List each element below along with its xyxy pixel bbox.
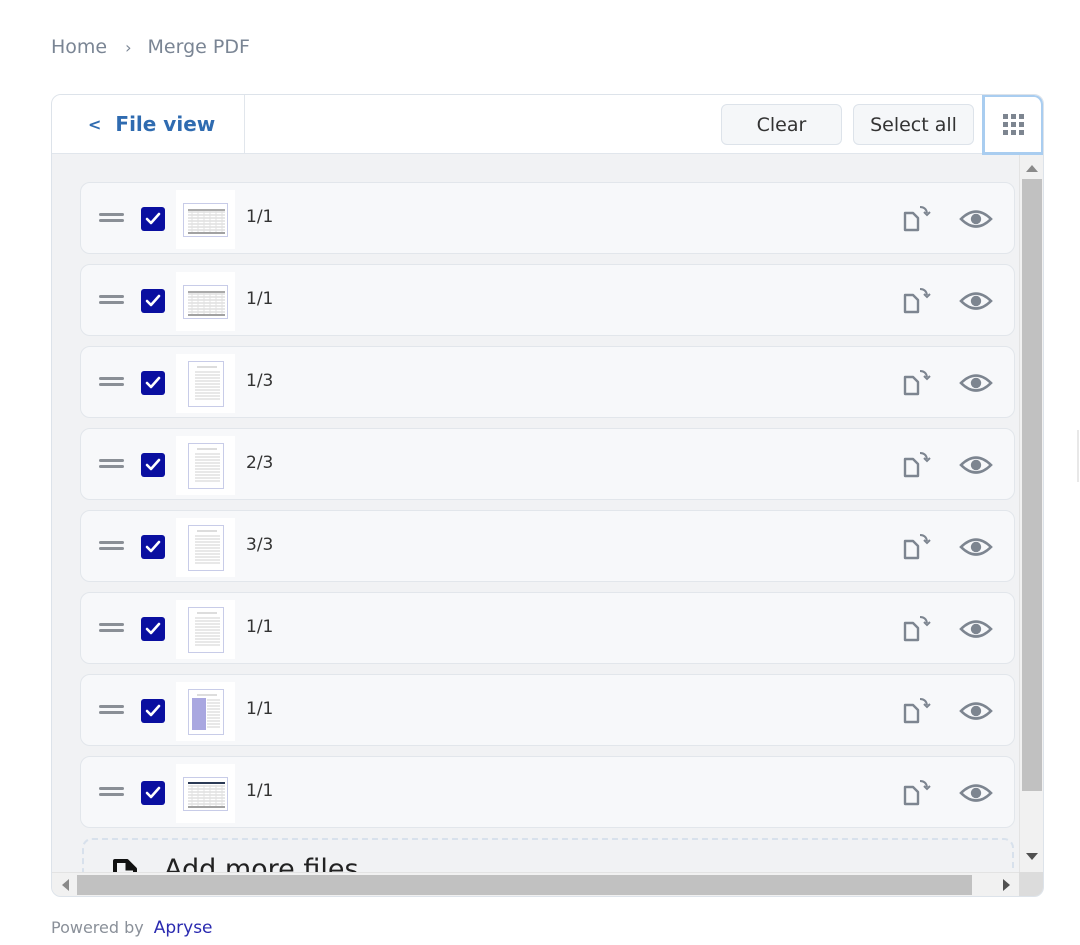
eye-icon[interactable] bbox=[959, 696, 993, 726]
file-row[interactable]: 1/1 bbox=[80, 592, 1015, 664]
file-thumbnail[interactable] bbox=[176, 682, 235, 741]
file-thumbnail[interactable] bbox=[176, 190, 235, 249]
page-count: 1/1 bbox=[246, 699, 274, 719]
checkmark-icon bbox=[145, 704, 161, 717]
select-all-button[interactable]: Select all bbox=[853, 104, 974, 145]
page-thumbnail-image bbox=[187, 688, 224, 735]
file-view-label: File view bbox=[115, 112, 216, 136]
file-thumbnail[interactable] bbox=[176, 354, 235, 413]
drag-handle-icon[interactable] bbox=[99, 541, 124, 550]
toolbar: < File view Clear Select all bbox=[52, 95, 1043, 155]
checkmark-icon bbox=[145, 458, 161, 471]
page-count: 1/1 bbox=[246, 289, 274, 309]
file-checkbox[interactable] bbox=[141, 289, 165, 313]
grid-view-icon bbox=[1002, 114, 1024, 135]
file-checkbox[interactable] bbox=[141, 535, 165, 559]
horizontal-scroll-thumb[interactable] bbox=[77, 875, 972, 895]
page-count: 3/3 bbox=[246, 535, 274, 555]
scrollbar-corner bbox=[1019, 872, 1043, 896]
breadcrumb-home[interactable]: Home bbox=[51, 36, 107, 58]
scroll-up-arrow-icon[interactable] bbox=[1026, 165, 1038, 172]
rotate-page-icon[interactable] bbox=[901, 450, 933, 480]
rotate-page-icon[interactable] bbox=[901, 204, 933, 234]
rotate-page-icon[interactable] bbox=[901, 614, 933, 644]
breadcrumb-separator: › bbox=[125, 37, 132, 57]
file-checkbox[interactable] bbox=[141, 207, 165, 231]
file-row[interactable]: 3/3 bbox=[80, 510, 1015, 582]
scroll-down-arrow-icon[interactable] bbox=[1026, 853, 1038, 860]
drag-handle-icon[interactable] bbox=[99, 705, 124, 714]
file-thumbnail[interactable] bbox=[176, 436, 235, 495]
page-count: 1/1 bbox=[246, 207, 274, 227]
page-thumbnail-image bbox=[183, 776, 228, 811]
drag-handle-icon[interactable] bbox=[99, 377, 124, 386]
grid-view-button[interactable] bbox=[982, 95, 1043, 155]
checkmark-icon bbox=[145, 376, 161, 389]
checkmark-icon bbox=[145, 622, 161, 635]
powered-by-label: Powered by bbox=[51, 918, 144, 937]
clear-button[interactable]: Clear bbox=[721, 104, 842, 145]
file-thumbnail[interactable] bbox=[176, 518, 235, 577]
breadcrumb: Home › Merge PDF bbox=[51, 36, 250, 58]
vertical-scrollbar[interactable] bbox=[1019, 155, 1043, 874]
drag-handle-icon[interactable] bbox=[99, 623, 124, 632]
checkmark-icon bbox=[145, 786, 161, 799]
page-thumbnail-image bbox=[183, 202, 228, 237]
file-checkbox[interactable] bbox=[141, 453, 165, 477]
rotate-page-icon[interactable] bbox=[901, 368, 933, 398]
file-checkbox[interactable] bbox=[141, 781, 165, 805]
eye-icon[interactable] bbox=[959, 286, 993, 316]
rotate-page-icon[interactable] bbox=[901, 532, 933, 562]
eye-icon[interactable] bbox=[959, 778, 993, 808]
scroll-right-arrow-icon[interactable] bbox=[1003, 879, 1010, 891]
eye-icon[interactable] bbox=[959, 614, 993, 644]
page-count: 1/1 bbox=[246, 617, 274, 637]
file-checkbox[interactable] bbox=[141, 699, 165, 723]
eye-icon[interactable] bbox=[959, 450, 993, 480]
file-row[interactable]: 1/1 bbox=[80, 264, 1015, 336]
page-count: 1/3 bbox=[246, 371, 274, 391]
footer-powered-by: Powered by Apryse bbox=[51, 918, 213, 938]
file-view-back-button[interactable]: < File view bbox=[52, 95, 245, 153]
page-thumbnail-image bbox=[187, 606, 224, 653]
eye-icon[interactable] bbox=[959, 532, 993, 562]
merge-panel: < File view Clear Select all 1/1 1/1 1/3… bbox=[51, 94, 1044, 897]
vertical-scroll-thumb[interactable] bbox=[1022, 179, 1042, 791]
scroll-left-arrow-icon[interactable] bbox=[62, 879, 69, 891]
file-checkbox[interactable] bbox=[141, 371, 165, 395]
edge-divider bbox=[1077, 430, 1079, 482]
file-row[interactable]: 2/3 bbox=[80, 428, 1015, 500]
rotate-page-icon[interactable] bbox=[901, 286, 933, 316]
breadcrumb-current: Merge PDF bbox=[147, 36, 250, 58]
drag-handle-icon[interactable] bbox=[99, 213, 124, 222]
page-count: 1/1 bbox=[246, 781, 274, 801]
file-checkbox[interactable] bbox=[141, 617, 165, 641]
horizontal-scrollbar[interactable] bbox=[52, 872, 1020, 896]
file-row[interactable]: 1/1 bbox=[80, 182, 1015, 254]
file-thumbnail[interactable] bbox=[176, 764, 235, 823]
page-thumbnail-image bbox=[187, 360, 224, 407]
file-list: 1/1 1/1 1/3 2/3 3/3 1/1 1/1 1/1 Add more… bbox=[80, 182, 1015, 896]
drag-handle-icon[interactable] bbox=[99, 459, 124, 468]
drag-handle-icon[interactable] bbox=[99, 295, 124, 304]
page-thumbnail-image bbox=[187, 442, 224, 489]
apryse-link[interactable]: Apryse bbox=[154, 918, 213, 938]
rotate-page-icon[interactable] bbox=[901, 696, 933, 726]
file-thumbnail[interactable] bbox=[176, 600, 235, 659]
checkmark-icon bbox=[145, 294, 161, 307]
rotate-page-icon[interactable] bbox=[901, 778, 933, 808]
page-thumbnail-image bbox=[187, 524, 224, 571]
chevron-left-icon: < bbox=[88, 114, 102, 134]
drag-handle-icon[interactable] bbox=[99, 787, 124, 796]
checkmark-icon bbox=[145, 212, 161, 225]
page-thumbnail-image bbox=[183, 284, 228, 319]
eye-icon[interactable] bbox=[959, 368, 993, 398]
checkmark-icon bbox=[145, 540, 161, 553]
file-row[interactable]: 1/1 bbox=[80, 674, 1015, 746]
file-row[interactable]: 1/3 bbox=[80, 346, 1015, 418]
page-count: 2/3 bbox=[246, 453, 274, 473]
file-thumbnail[interactable] bbox=[176, 272, 235, 331]
eye-icon[interactable] bbox=[959, 204, 993, 234]
file-row[interactable]: 1/1 bbox=[80, 756, 1015, 828]
